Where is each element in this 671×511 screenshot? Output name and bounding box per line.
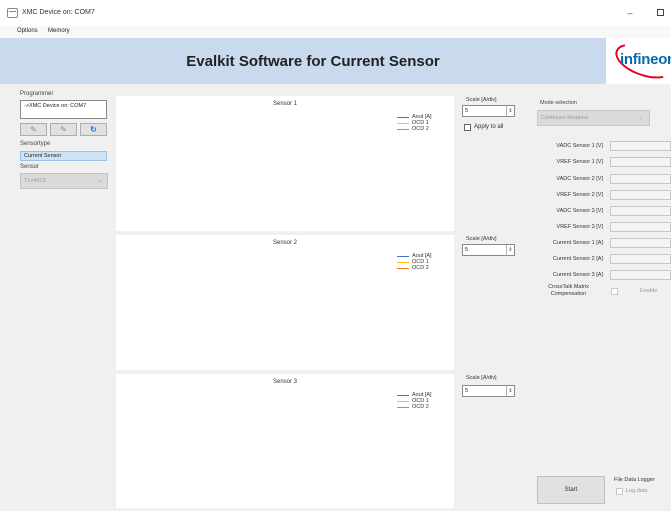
sensor-select-value: TLx4973 — [24, 178, 46, 184]
chart-legend: Aout [A] OCD 1 OCD 2 — [397, 253, 457, 271]
spin-arrows-icon[interactable]: ⇕ — [506, 106, 514, 116]
infineon-logo: infineon — [606, 38, 671, 84]
current-sensor-3-field — [610, 270, 671, 280]
scale-3-spinbox[interactable]: 5 ⇕ — [462, 385, 515, 397]
crosstalk-enable-label: Enable — [640, 288, 658, 294]
edit-disabled-button[interactable]: ✎ — [50, 123, 77, 136]
log-data-checkbox[interactable] — [616, 488, 623, 495]
crosstalk-label-line2: Compensation — [550, 291, 587, 297]
legend-label: OCD 2 — [412, 404, 429, 410]
legend-item-ocd2: OCD 2 — [397, 126, 457, 132]
chart-legend: Aout [A] OCD 1 OCD 2 — [397, 392, 457, 410]
mode-select-value: Continuos Readout — [541, 115, 589, 121]
sensortype-item-current-sensor[interactable]: Current Sensor — [20, 151, 107, 161]
vadc-sensor-3-field — [610, 206, 671, 216]
legend-line — [397, 395, 409, 396]
window-title: XMC Device on: COM7 — [22, 9, 95, 16]
sensor-1-chart: Sensor 1 Aout [A] OCD 1 OCD 2 — [116, 96, 454, 231]
spin-arrows-icon[interactable]: ⇕ — [506, 245, 514, 255]
vref-sensor-2-field — [610, 190, 671, 200]
scale-1-value: 5 — [465, 108, 469, 114]
programmer-label: Programmer — [20, 91, 54, 97]
scale-3-label: Scale [A/div] — [466, 375, 497, 381]
legend-line — [397, 407, 409, 408]
legend-line — [397, 401, 409, 402]
current-sensor-1-label: Current Sensor 1 [A] — [552, 240, 603, 246]
vref-sensor-1-field — [610, 157, 671, 167]
maximize-button[interactable] — [650, 6, 670, 20]
current-sensor-2-label: Current Sensor 2 [A] — [552, 256, 603, 262]
app-icon — [7, 8, 18, 18]
title-bar: XMC Device on: COM7 – — [0, 0, 671, 26]
scale-3-value: 5 — [465, 388, 469, 394]
vref-sensor-2-label: VREF Sensor 2 [V] — [556, 192, 603, 198]
legend-label: OCD 2 — [412, 265, 429, 271]
legend-item-ocd2: OCD 2 — [397, 404, 457, 410]
legend-line — [397, 129, 409, 130]
vadc-sensor-3-label: VADC Sensor 3 [V] — [556, 208, 603, 214]
menu-bar: Options Memory — [0, 26, 671, 38]
legend-line — [397, 268, 409, 269]
chart-title: Sensor 3 — [272, 379, 297, 385]
legend-line — [397, 123, 409, 124]
vadc-sensor-2-label: VADC Sensor 2 [V] — [556, 176, 603, 182]
log-data-label: Log data — [626, 488, 648, 494]
current-sensor-3-label: Current Sensor 3 [A] — [552, 272, 603, 278]
pencil-off-icon: ✎ — [60, 125, 67, 134]
maximize-icon — [656, 9, 664, 16]
mode-select[interactable]: Continuos Readout ⌄ — [537, 110, 650, 126]
legend-item-ocd2: OCD 2 — [397, 265, 457, 271]
sensor-label: Sensor — [20, 164, 40, 170]
refresh-button[interactable]: ↻ — [80, 123, 107, 136]
vadc-sensor-1-field — [610, 141, 671, 151]
refresh-icon: ↻ — [90, 125, 97, 134]
chevron-down-icon: ⌄ — [637, 115, 643, 121]
current-sensor-1-field — [610, 238, 671, 248]
scale-1-spinbox[interactable]: 5 ⇕ — [462, 105, 515, 117]
menu-options[interactable]: Options — [17, 28, 38, 34]
apply-to-all-checkbox[interactable] — [464, 124, 471, 131]
scale-2-label: Scale [A/div] — [466, 236, 497, 242]
apply-to-all-label: Apply to all — [474, 124, 504, 130]
legend-line — [397, 117, 409, 118]
vref-sensor-1-label: VREF Sensor 1 [V] — [556, 159, 603, 165]
crosstalk-enable-checkbox[interactable] — [611, 288, 618, 295]
legend-line — [397, 262, 409, 263]
vref-sensor-3-field — [610, 222, 671, 232]
menu-memory[interactable]: Memory — [48, 28, 70, 34]
scale-2-spinbox[interactable]: 5 ⇕ — [462, 244, 515, 256]
scale-1-label: Scale [A/div] — [466, 97, 497, 103]
chart-title: Sensor 2 — [272, 240, 297, 246]
sensor-2-chart: Sensor 2 Aout [A] OCD 1 OCD 2 — [116, 235, 454, 370]
chevron-down-icon: ⌄ — [97, 178, 103, 184]
mode-selection-label: Mode selection — [540, 100, 577, 106]
page-title: Evalkit Software for Current Sensor — [186, 53, 440, 70]
scale-2-value: 5 — [465, 247, 469, 253]
sensor-select[interactable]: TLx4973 ⌄ — [20, 173, 108, 189]
minimize-button[interactable]: – — [620, 6, 640, 20]
chart-legend: Aout [A] OCD 1 OCD 2 — [397, 114, 457, 132]
vadc-sensor-1-label: VADC Sensor 1 [V] — [556, 143, 603, 149]
start-button[interactable]: Start — [537, 476, 605, 504]
sensortype-label: Sensortype — [20, 141, 51, 147]
chart-title: Sensor 1 — [272, 101, 297, 107]
legend-line — [397, 256, 409, 257]
vadc-sensor-2-field — [610, 174, 671, 184]
header-banner: Evalkit Software for Current Sensor — [0, 38, 671, 84]
vref-sensor-3-label: VREF Sensor 3 [V] — [556, 224, 603, 230]
logo-text: infineon — [620, 51, 671, 68]
pencil-icon: ✎ — [30, 125, 37, 134]
legend-label: OCD 2 — [412, 126, 429, 132]
spin-arrows-icon[interactable]: ⇕ — [506, 386, 514, 396]
programmer-list[interactable]: ->XMC Device on: COM7 — [20, 100, 107, 119]
crosstalk-label-line1: CrossTalk Matrix — [548, 284, 589, 290]
sensor-3-chart: Sensor 3 Aout [A] OCD 1 OCD 2 — [116, 374, 454, 508]
current-sensor-2-field — [610, 254, 671, 264]
crosstalk-label: CrossTalk Matrix Compensation — [532, 284, 605, 298]
edit-button[interactable]: ✎ — [20, 123, 47, 136]
file-data-logger-label: File Data Logger — [614, 477, 655, 483]
